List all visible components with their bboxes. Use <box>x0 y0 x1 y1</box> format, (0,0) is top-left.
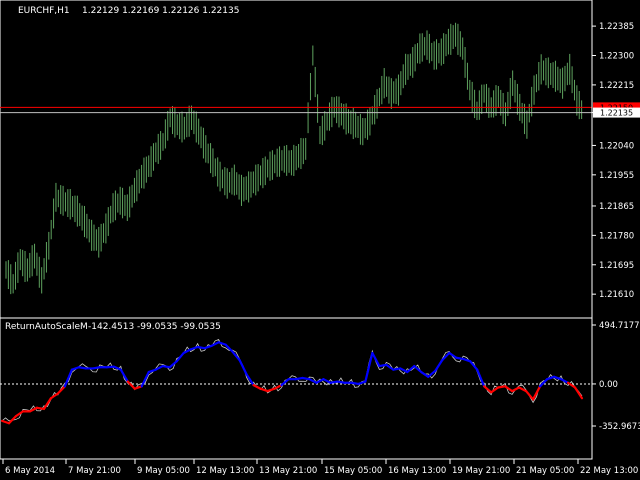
indicator-title: ReturnAutoScaleM <box>5 322 88 332</box>
time-label: 6 May 2014 <box>5 466 55 476</box>
price-tick-label: 1.21780 <box>599 231 634 241</box>
price-bars <box>5 22 583 295</box>
time-label: 16 May 13:00 <box>388 466 446 476</box>
indicator-segment <box>490 386 500 394</box>
indicator-segment <box>413 364 423 374</box>
price-tick-label: 1.22040 <box>599 141 634 151</box>
time-label: 12 May 13:00 <box>196 466 254 476</box>
time-label: 19 May 21:00 <box>452 466 510 476</box>
ohlc-values: 1.22129 1.22169 1.22126 1.22135 <box>82 6 239 16</box>
price-tick-label: 1.21695 <box>599 261 634 271</box>
time-label: 9 May 05:00 <box>137 466 190 476</box>
indicator-segment <box>371 351 381 368</box>
price-tick-label: 1.21610 <box>599 290 634 300</box>
indicator-segment <box>133 385 143 390</box>
price-tick-label: 1.22385 <box>599 22 634 32</box>
indicator-segment <box>175 351 185 363</box>
indicator-segment <box>217 341 227 346</box>
time-label: 21 May 05:00 <box>516 466 574 476</box>
time-label: 15 May 05:00 <box>324 466 382 476</box>
indicator-segment <box>189 345 199 351</box>
price-tick-label: 1.22215 <box>599 81 634 91</box>
indicator-segment <box>147 368 157 374</box>
indicator-segment <box>266 387 276 393</box>
indicator-segment <box>0 419 11 425</box>
indicator-segment <box>511 386 521 393</box>
indicator-segment <box>573 386 584 400</box>
price-tick-label: 1.21865 <box>599 202 634 212</box>
indicator-segment <box>545 375 556 381</box>
indicator-segment <box>462 357 472 363</box>
indicator-segment <box>168 360 178 369</box>
indicator-segment <box>238 359 248 376</box>
indicator-segment <box>559 378 570 384</box>
time-label: 7 May 21:00 <box>68 466 121 476</box>
time-label: 22 May 13:00 <box>580 466 638 476</box>
indicator-segment <box>42 397 53 411</box>
time-axis: 6 May 2014 7 May 21:00 9 May 05:00 12 May 1… <box>2 459 638 476</box>
indicator-segment <box>504 385 514 393</box>
indicator-segment <box>252 384 262 390</box>
price-axis: 1.22385 1.22300 1.22215 1.22135 1.22040 1.219… <box>591 0 634 459</box>
indicator-values: -142.4513 -99.0535 -99.0535 <box>88 322 221 332</box>
trading-chart[interactable]: 1.22385 1.22300 1.22215 1.22135 1.22040 1.219… <box>0 0 640 480</box>
indicator-tick-label: 494.7177 <box>599 321 640 331</box>
indicator-segment <box>49 392 60 400</box>
bid-price-label: 1.22135 <box>600 109 633 118</box>
indicator-colored-line <box>0 341 584 425</box>
indicator-segment <box>524 389 535 401</box>
indicator-segment <box>259 387 269 393</box>
indicator-segment <box>364 351 374 383</box>
indicator-segment <box>119 368 129 383</box>
price-tick-label: 1.22300 <box>599 52 634 62</box>
symbol-label: EURCHF,H1 <box>18 6 70 16</box>
indicator-segment <box>427 369 437 378</box>
indicator-tick-label: -352.9673 <box>599 422 640 432</box>
indicator-frame <box>0 317 593 460</box>
indicator-segment <box>14 410 25 418</box>
time-label: 13 May 21:00 <box>259 466 317 476</box>
indicator-scale: 494.7177 0.00 -352.9673 <box>592 321 640 432</box>
indicator-segment <box>420 370 430 378</box>
indicator-segment <box>203 344 213 350</box>
indicator-segment <box>434 359 444 372</box>
indicator-tick-label: 0.00 <box>599 380 618 390</box>
indicator-segment <box>70 366 80 371</box>
price-tick-label: 1.21955 <box>599 171 634 181</box>
